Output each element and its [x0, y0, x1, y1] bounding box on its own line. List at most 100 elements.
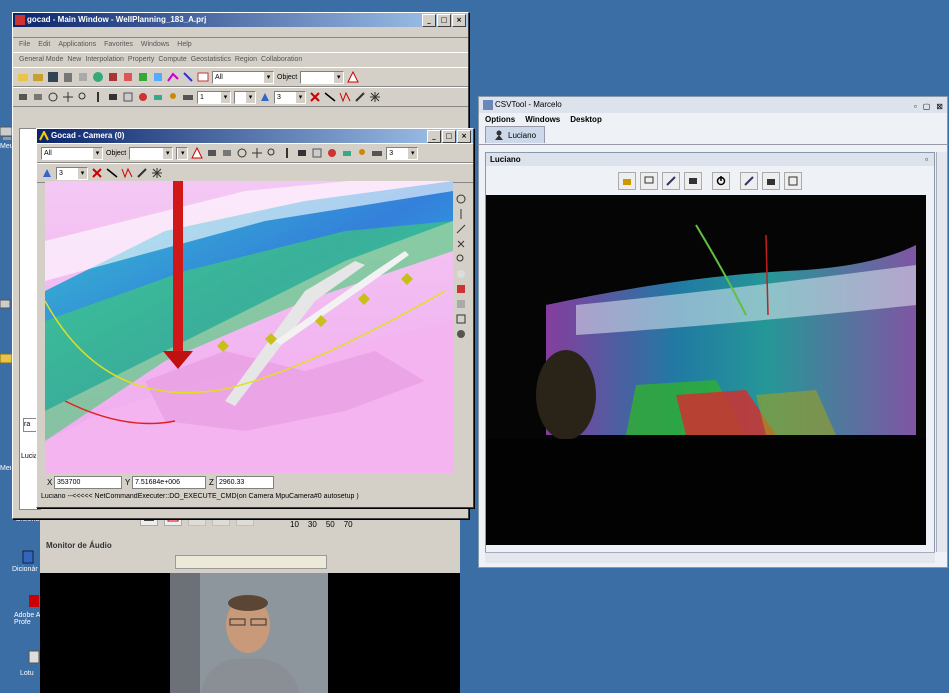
combo-empty[interactable] — [234, 90, 256, 104]
scale-icon[interactable] — [92, 91, 104, 103]
maximize-button[interactable]: □ — [437, 14, 451, 27]
people-icon[interactable] — [167, 91, 179, 103]
arrow-icon[interactable] — [455, 223, 467, 235]
camera-titlebar[interactable]: Gocad - Camera (0) _ □ × — [37, 129, 473, 143]
csvtool-titlebar[interactable]: CSVTool - Marcelo ▫ ▢ ⊠ — [479, 97, 947, 113]
maximize-button[interactable]: ▢ — [923, 99, 931, 115]
screen-icon[interactable] — [684, 172, 702, 190]
pencil-icon[interactable] — [136, 167, 148, 179]
car-icon[interactable] — [371, 147, 383, 159]
gocad-object-combo[interactable] — [300, 70, 345, 84]
surface-icon[interactable] — [92, 71, 104, 83]
csvtool-window[interactable]: CSVTool - Marcelo ▫ ▢ ⊠ Options Windows … — [478, 96, 948, 568]
mode-property[interactable]: Property — [128, 54, 154, 66]
cross-icon[interactable] — [309, 91, 321, 103]
sphere-icon[interactable] — [455, 268, 467, 280]
monitor-icon[interactable] — [640, 172, 658, 190]
y-coordinate-field[interactable]: 7.51684e+006 — [132, 476, 206, 489]
menu-file[interactable]: File — [19, 39, 30, 51]
people-icon[interactable] — [356, 147, 368, 159]
menu-applications[interactable]: Applications — [58, 39, 96, 51]
ball-icon[interactable] — [455, 328, 467, 340]
delete-icon[interactable] — [62, 71, 74, 83]
zoom-icon[interactable] — [266, 147, 278, 159]
camera-maximize-button[interactable]: □ — [442, 130, 456, 143]
pan-icon[interactable] — [62, 91, 74, 103]
luciano-internal-frame[interactable]: Luciano ▫ — [485, 152, 935, 554]
sgrid-icon[interactable] — [137, 71, 149, 83]
search-icon[interactable] — [455, 253, 467, 265]
well-icon[interactable] — [107, 71, 119, 83]
edit-icon[interactable] — [662, 172, 680, 190]
window-icon[interactable] — [197, 71, 209, 83]
draw-icon[interactable] — [740, 172, 758, 190]
camera-window[interactable]: Gocad - Camera (0) _ □ × All Object 3 3 — [36, 128, 474, 508]
voxet-icon[interactable] — [122, 71, 134, 83]
mode-geostatistics[interactable]: Geostatistics — [191, 54, 231, 66]
snapshot-icon[interactable] — [296, 147, 308, 159]
light-icon[interactable] — [32, 91, 44, 103]
camera-object-combo[interactable] — [129, 146, 174, 160]
mode-region[interactable]: Region — [235, 54, 257, 66]
rotate-icon[interactable] — [47, 91, 59, 103]
graph-icon[interactable] — [152, 71, 164, 83]
camera-close-button[interactable]: × — [457, 130, 471, 143]
palette-icon[interactable] — [137, 91, 149, 103]
mode-collaboration[interactable]: Collaboration — [261, 54, 302, 66]
paint-icon[interactable] — [41, 167, 53, 179]
minimize-button[interactable]: _ — [422, 14, 436, 27]
cross-icon[interactable] — [91, 167, 103, 179]
iconify-button[interactable]: ▫ — [914, 99, 917, 115]
mesh-icon[interactable] — [122, 91, 134, 103]
csvtool-hscrollbar[interactable] — [485, 552, 935, 563]
save-icon[interactable] — [47, 71, 59, 83]
camera-tool-icon[interactable] — [17, 91, 29, 103]
camera-minimize-button[interactable]: _ — [427, 130, 441, 143]
camera-tool-icon[interactable] — [206, 147, 218, 159]
polyline-tool-icon[interactable] — [339, 91, 351, 103]
menu-desktop[interactable]: Desktop — [570, 113, 602, 126]
mode-general[interactable]: General Mode — [19, 54, 63, 66]
hand-icon[interactable] — [455, 193, 467, 205]
x-coordinate-field[interactable]: 353700 — [54, 476, 122, 489]
luciano-frame-titlebar[interactable]: Luciano ▫ — [486, 153, 934, 166]
star-icon[interactable] — [369, 91, 381, 103]
polyline-tool-icon[interactable] — [121, 167, 133, 179]
camera-spin-a[interactable]: 3 — [386, 146, 419, 160]
layer-icon[interactable] — [341, 147, 353, 159]
menu-windows[interactable]: Windows — [525, 113, 560, 126]
csvtool-vscrollbar[interactable] — [936, 152, 947, 552]
car-icon[interactable] — [182, 91, 194, 103]
mode-compute[interactable]: Compute — [158, 54, 186, 66]
gocad-main-titlebar[interactable]: gocad - Main Window - WellPlanning_183_A… — [13, 13, 468, 27]
camera-spin-b[interactable]: 3 — [56, 166, 88, 180]
warning-icon[interactable] — [347, 71, 360, 83]
camera-combo-2[interactable] — [176, 146, 189, 160]
menu-windows[interactable]: Windows — [141, 39, 169, 51]
snapshot-icon[interactable] — [107, 91, 119, 103]
light-icon[interactable] — [221, 147, 233, 159]
menu-help[interactable]: Help — [177, 39, 191, 51]
star-icon[interactable] — [151, 167, 163, 179]
box-icon[interactable] — [455, 283, 467, 295]
open-icon[interactable] — [17, 71, 29, 83]
tab-luciano[interactable]: Luciano — [485, 126, 546, 143]
select-icon[interactable] — [182, 71, 194, 83]
paint-icon[interactable] — [259, 91, 271, 103]
zoom-icon[interactable] — [77, 91, 89, 103]
remote-3d-view[interactable] — [486, 195, 926, 545]
close-button[interactable]: ⊠ — [936, 99, 943, 115]
grid-icon[interactable] — [77, 71, 89, 83]
power-icon[interactable] — [712, 172, 730, 190]
cube-icon[interactable] — [455, 298, 467, 310]
pan-icon[interactable] — [251, 147, 263, 159]
menu-options[interactable]: Options — [485, 113, 515, 126]
line-tool-icon[interactable] — [324, 91, 336, 103]
mesh-icon[interactable] — [311, 147, 323, 159]
gocad-all-combo[interactable]: All — [212, 70, 274, 84]
spin-a[interactable]: 1 — [197, 90, 231, 104]
scale-icon[interactable] — [281, 147, 293, 159]
mode-interpolation[interactable]: Interpolation — [85, 54, 124, 66]
home-icon[interactable] — [618, 172, 636, 190]
folder-icon[interactable] — [32, 71, 44, 83]
